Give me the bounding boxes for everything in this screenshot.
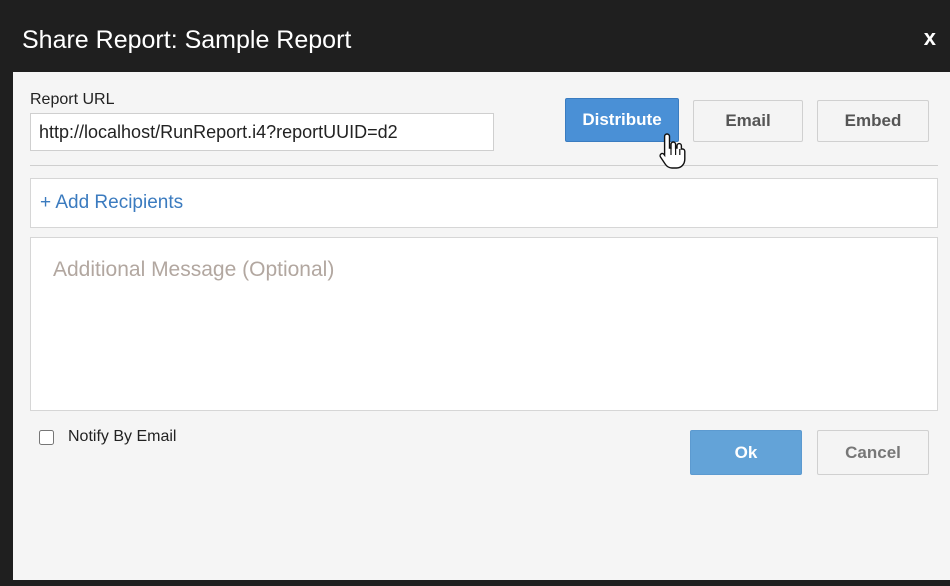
additional-message-field[interactable]: [30, 237, 938, 411]
share-report-dialog: Share Report: Sample Report x Report URL…: [0, 0, 950, 586]
notify-by-email-checkbox[interactable]: [39, 429, 54, 445]
embed-button[interactable]: Embed: [817, 100, 929, 142]
divider: [30, 165, 938, 166]
dialog-titlebar: Share Report: Sample Report x: [0, 0, 950, 72]
notify-by-email-label[interactable]: Notify By Email: [68, 428, 176, 446]
report-url-field[interactable]: [30, 113, 494, 151]
report-url-label: Report URL: [30, 91, 115, 108]
dialog-title: Share Report: Sample Report: [22, 26, 352, 54]
email-button[interactable]: Email: [693, 100, 803, 142]
cancel-button[interactable]: Cancel: [817, 430, 929, 475]
add-recipients-link[interactable]: + Add Recipients: [40, 192, 183, 214]
notify-by-email-option: Notify By Email: [39, 428, 176, 446]
ok-button[interactable]: Ok: [690, 430, 802, 475]
recipients-field[interactable]: + Add Recipients: [30, 178, 938, 228]
close-button[interactable]: x: [924, 25, 936, 51]
dialog-body: Report URL Distribute Email Embed + Add …: [13, 72, 950, 580]
hand-pointer-icon: [659, 133, 686, 169]
